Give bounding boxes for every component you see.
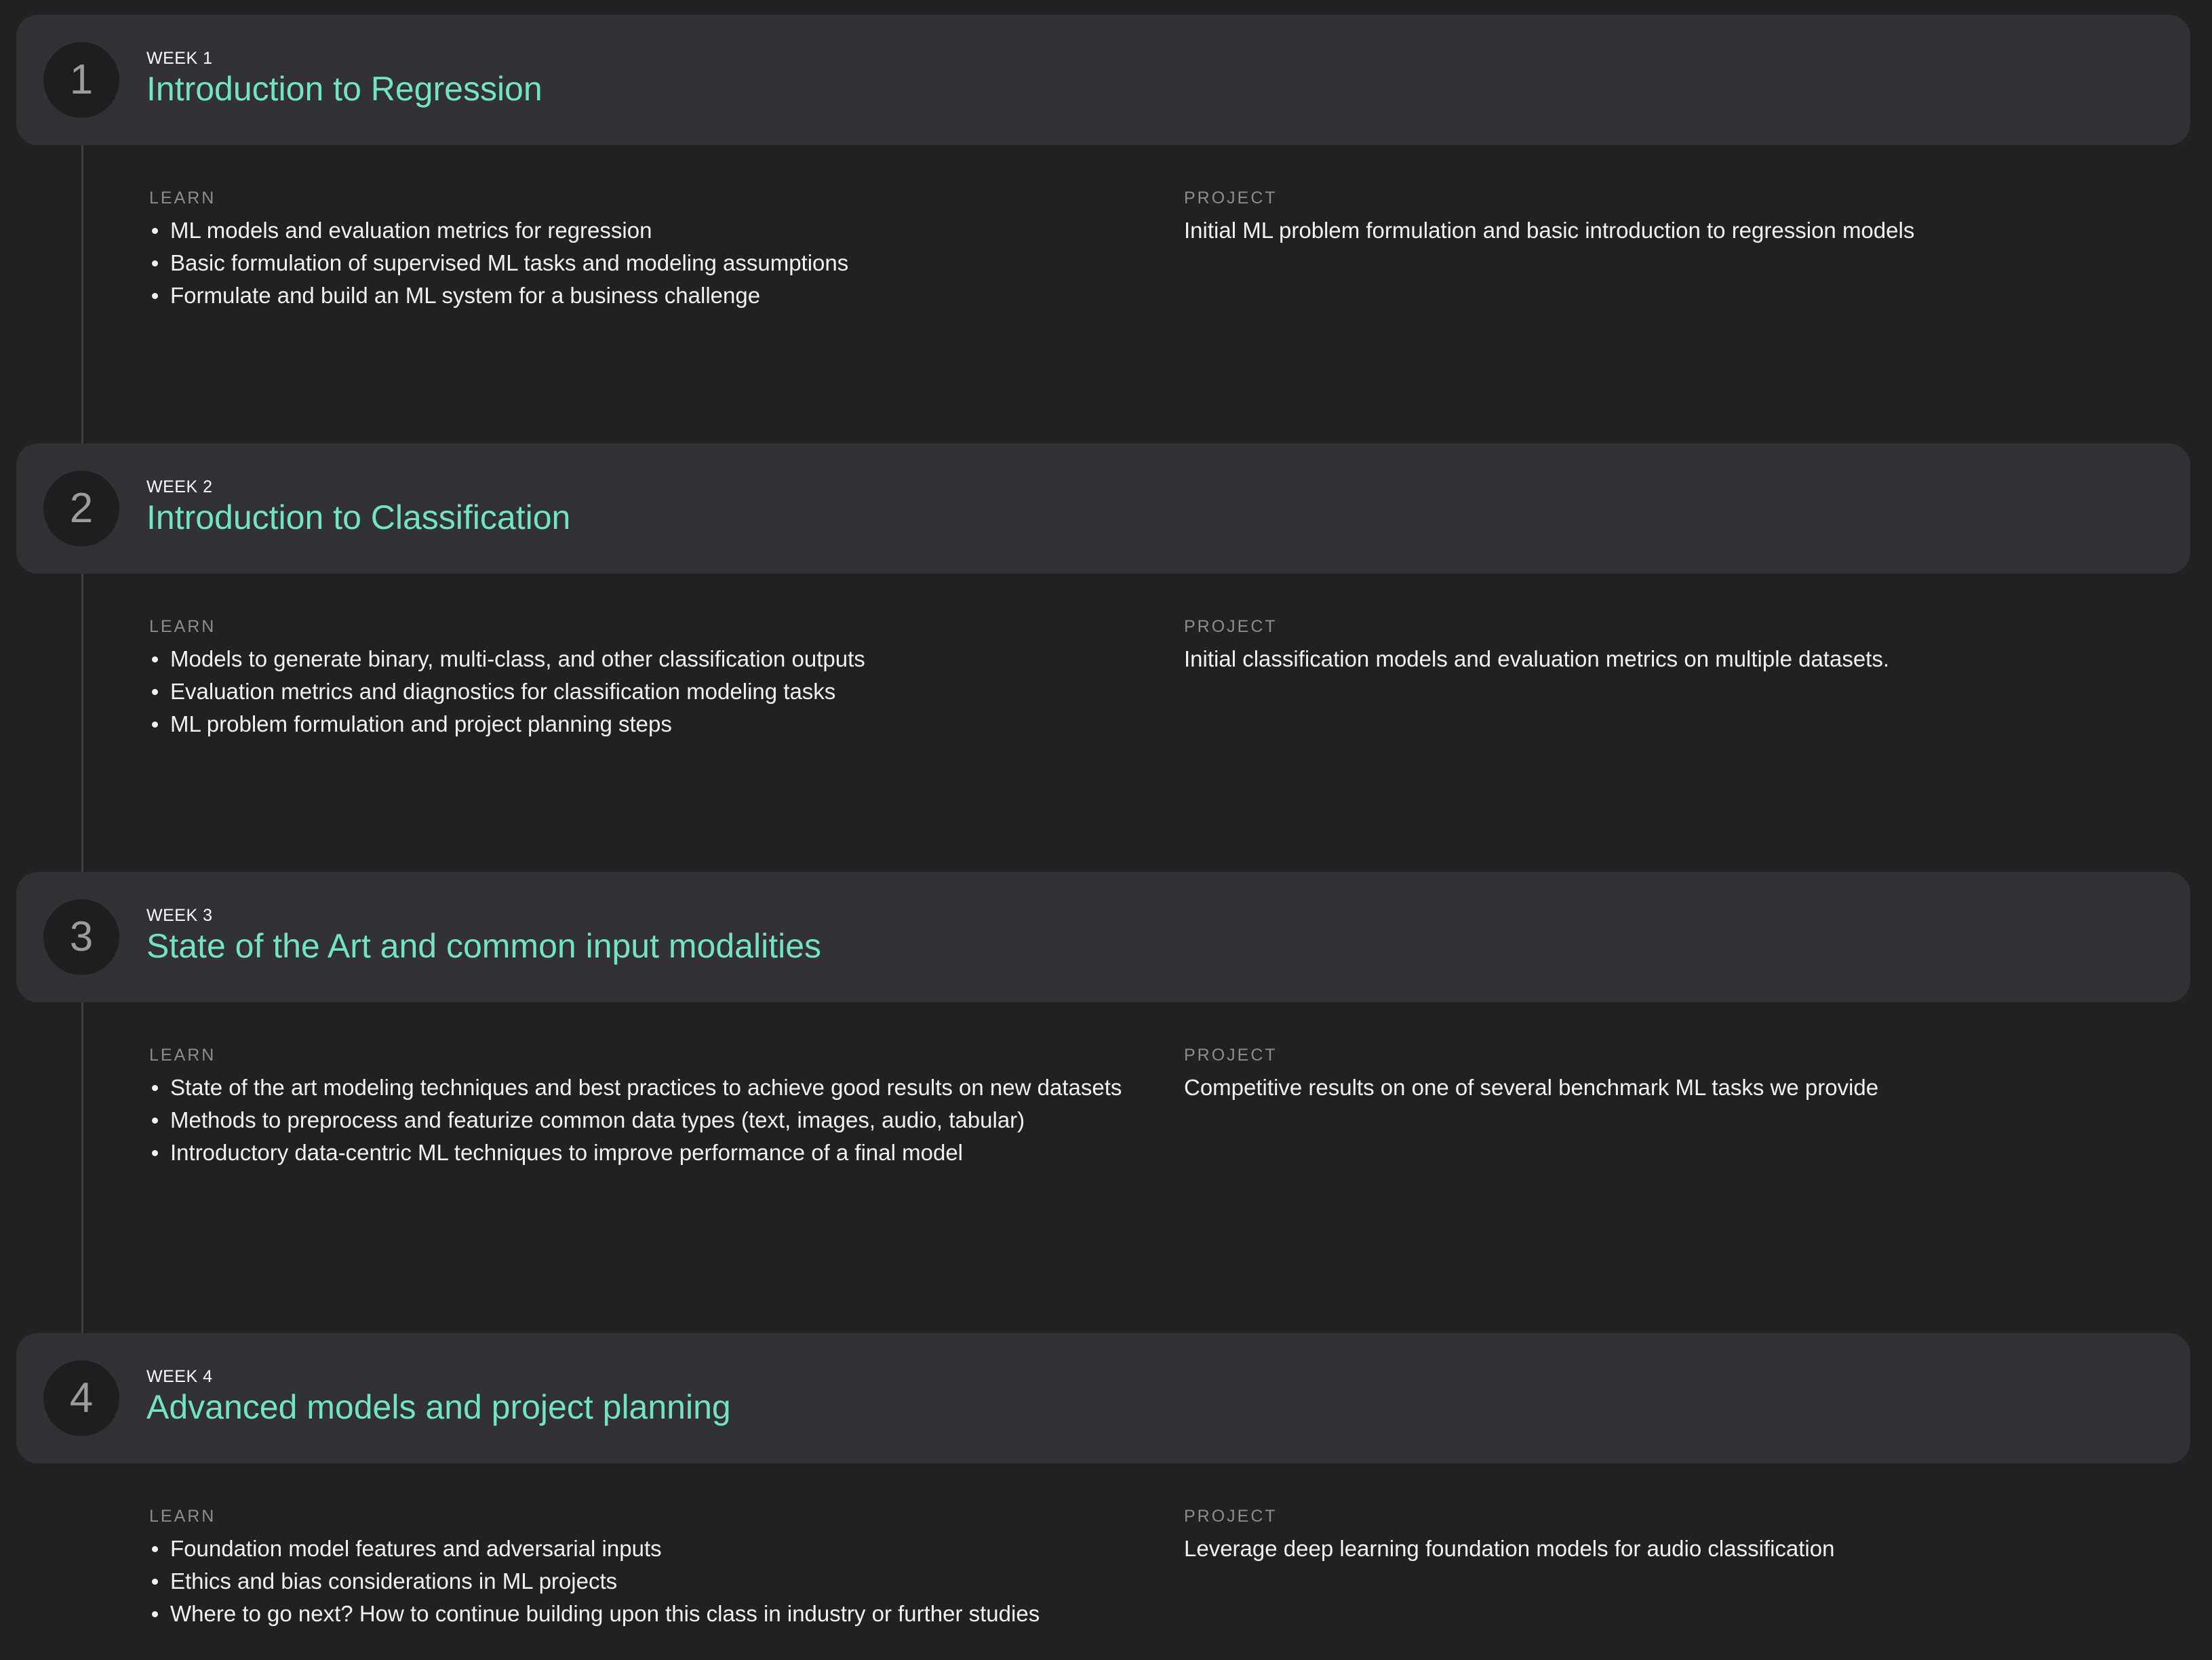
project-description: Initial ML problem formulation and basic… — [1184, 218, 1915, 243]
learn-heading: LEARN — [149, 1507, 216, 1526]
week-header[interactable]: 2 WEEK 2 Introduction to Classification — [16, 443, 2190, 574]
project-heading: PROJECT — [1184, 1507, 1278, 1526]
learn-item: ML problem formulation and project plann… — [149, 708, 1132, 740]
week-header[interactable]: 3 WEEK 3 State of the Art and common inp… — [16, 872, 2190, 1002]
learn-item: Formulate and build an ML system for a b… — [149, 279, 1132, 312]
learn-heading: LEARN — [149, 617, 216, 636]
learn-item: Foundation model features and adversaria… — [149, 1533, 1132, 1565]
week-title: Introduction to Classification — [146, 498, 571, 536]
week-header[interactable]: 4 WEEK 4 Advanced models and project pla… — [16, 1333, 2190, 1463]
week-number-badge: 2 — [43, 471, 119, 547]
learn-list: State of the art modeling techniques and… — [149, 1071, 1132, 1169]
learn-item: Ethics and bias considerations in ML pro… — [149, 1565, 1132, 1598]
learn-list: Models to generate binary, multi-class, … — [149, 643, 1132, 740]
learn-item: Evaluation metrics and diagnostics for c… — [149, 675, 1132, 708]
course-schedule: 1 WEEK 1 Introduction to Regression LEAR… — [0, 0, 2212, 1660]
learn-item: Methods to preprocess and featurize comm… — [149, 1104, 1132, 1137]
timeline-line — [81, 144, 83, 443]
learn-list: Foundation model features and adversaria… — [149, 1533, 1132, 1630]
learn-item: Models to generate binary, multi-class, … — [149, 643, 1132, 675]
learn-heading: LEARN — [149, 189, 216, 208]
project-description: Leverage deep learning foundation models… — [1184, 1536, 1835, 1561]
week-label: WEEK 4 — [146, 1367, 213, 1386]
week-label: WEEK 2 — [146, 477, 213, 496]
project-heading: PROJECT — [1184, 617, 1278, 636]
week-number-badge: 1 — [43, 42, 119, 118]
learn-heading: LEARN — [149, 1046, 216, 1065]
learn-item: ML models and evaluation metrics for reg… — [149, 214, 1132, 247]
week-number-badge: 3 — [43, 899, 119, 975]
learn-item: Introductory data-centric ML techniques … — [149, 1137, 1132, 1169]
week-title: Introduction to Regression — [146, 70, 542, 108]
learn-item: Where to go next? How to continue buildi… — [149, 1598, 1132, 1630]
week-label: WEEK 1 — [146, 49, 213, 68]
project-description: Competitive results on one of several be… — [1184, 1075, 1879, 1100]
learn-item: Basic formulation of supervised ML tasks… — [149, 247, 1132, 279]
week-header[interactable]: 1 WEEK 1 Introduction to Regression — [16, 15, 2190, 145]
week-title: State of the Art and common input modali… — [146, 927, 821, 965]
week-title: Advanced models and project planning — [146, 1388, 731, 1426]
project-heading: PROJECT — [1184, 1046, 1278, 1065]
timeline-line — [81, 1001, 83, 1333]
learn-list: ML models and evaluation metrics for reg… — [149, 214, 1132, 312]
project-heading: PROJECT — [1184, 189, 1278, 208]
timeline-line — [81, 572, 83, 872]
week-number-badge: 4 — [43, 1360, 119, 1436]
project-description: Initial classification models and evalua… — [1184, 646, 1890, 671]
learn-item: State of the art modeling techniques and… — [149, 1071, 1132, 1104]
week-label: WEEK 3 — [146, 906, 213, 925]
